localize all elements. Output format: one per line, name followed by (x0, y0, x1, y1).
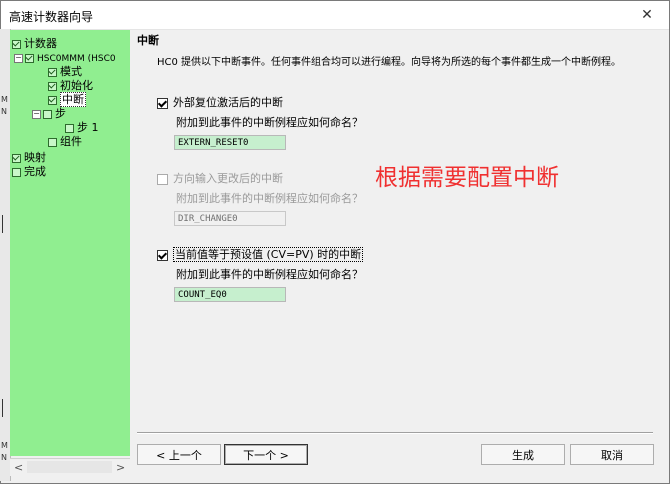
tree-item-label: 完成 (24, 165, 46, 178)
tree-item-label: 计数器 (24, 37, 57, 50)
checkbox-checked-icon (157, 249, 168, 261)
event-label: 方向输入更改后的中断 (173, 172, 283, 185)
check-icon (43, 109, 52, 119)
edge-mark: M (1, 95, 8, 104)
next-button[interactable]: 下一个 > (224, 444, 308, 465)
checkbox-unchecked-icon (157, 173, 168, 185)
check-icon (12, 153, 21, 163)
check-icon (25, 53, 34, 63)
tree-item-step[interactable]: − 步 (32, 107, 66, 120)
tree-item-step1[interactable]: 步 1 (65, 121, 99, 134)
event-question: 附加到此事件的中断例程应如何命名？ (176, 268, 363, 281)
event-label: 外部复位激活后的中断 (173, 96, 283, 109)
scroll-left-icon[interactable]: < (14, 461, 23, 474)
check-icon (48, 81, 57, 91)
tree-item-label: 模式 (60, 65, 82, 78)
routine-name-field[interactable]: COUNT_EQ0 (174, 287, 286, 302)
routine-name-field[interactable]: EXTERN_RESET0 (174, 135, 286, 150)
event-question: 附加到此事件的中断例程应如何命名？ (176, 192, 363, 205)
edge-line (2, 399, 3, 417)
prev-button[interactable]: < 上一个 (137, 444, 221, 465)
interrupt-panel: 中断 HC0 提供以下中断事件。任何事件组合均可以进行编程。向导将为所选的每个事… (137, 30, 667, 480)
edge-line (2, 215, 3, 233)
page-title: 中断 (137, 34, 159, 47)
event-reset-checkbox[interactable]: 外部复位激活后的中断 (157, 96, 283, 110)
cancel-button[interactable]: 取消 (570, 444, 654, 465)
tree-item-label: 步 1 (77, 121, 99, 134)
tree-item-hsc[interactable]: − HSC0MMM (HSC0 (14, 51, 116, 64)
check-icon (48, 137, 57, 147)
window-title: 高速计数器向导 (9, 10, 94, 24)
event-cv-pv-checkbox[interactable]: 当前值等于预设值 (CV=PV) 时的中断 (157, 247, 364, 262)
tree-item-label: 中断 (60, 92, 86, 107)
tree-item-label: HSC0MMM (HSC0 (37, 54, 116, 64)
collapse-icon[interactable]: − (14, 53, 23, 63)
tree-item-label: 映射 (24, 151, 46, 164)
scroll-right-icon[interactable]: > (116, 461, 125, 474)
finish-button[interactable]: 生成 (481, 444, 565, 465)
tree-item-label: 初始化 (60, 79, 93, 92)
tree-item-component[interactable]: 组件 (48, 135, 82, 148)
check-icon (65, 123, 74, 133)
event-direction-checkbox[interactable]: 方向输入更改后的中断 (157, 172, 283, 186)
tree-horizontal-scrollbar[interactable]: < > (10, 458, 130, 476)
title-bar: 高速计数器向导 ✕ (1, 1, 669, 30)
tree-item-map[interactable]: 映射 (12, 151, 46, 164)
tree-item-counter[interactable]: 计数器 (12, 37, 57, 50)
navigation-tree: 计数器 − HSC0MMM (HSC0 模式 初始化 中断 − 步 步 1 组件 映… (10, 30, 130, 456)
check-icon (12, 167, 21, 177)
event-question: 附加到此事件的中断例程应如何命名？ (176, 116, 363, 129)
collapse-icon[interactable]: − (32, 109, 41, 119)
tree-item-init[interactable]: 初始化 (48, 79, 93, 92)
event-label: 当前值等于预设值 (CV=PV) 时的中断 (173, 247, 364, 262)
tree-item-interrupt[interactable]: 中断 (48, 92, 86, 107)
checkbox-checked-icon (157, 97, 168, 109)
tree-item-done[interactable]: 完成 (12, 165, 46, 178)
description-text: HC0 提供以下中断事件。任何事件组合均可以进行编程。向导将为所选的每个事件都生… (157, 57, 622, 68)
check-icon (48, 67, 57, 77)
edge-mark: M (1, 441, 8, 450)
check-icon (12, 39, 21, 49)
edge-mark: N (1, 107, 7, 116)
tree-item-label: 步 (55, 107, 66, 120)
routine-name-field[interactable]: DIR_CHANGE0 (174, 211, 286, 226)
close-icon[interactable]: ✕ (625, 1, 669, 29)
tree-item-label: 组件 (60, 135, 82, 148)
tree-item-mode[interactable]: 模式 (48, 65, 82, 78)
edge-mark: N (1, 453, 7, 462)
divider (137, 432, 653, 434)
scrollbar-track[interactable] (27, 461, 112, 473)
annotation-text: 根据需要配置中断 (375, 165, 559, 191)
check-icon (48, 95, 57, 105)
